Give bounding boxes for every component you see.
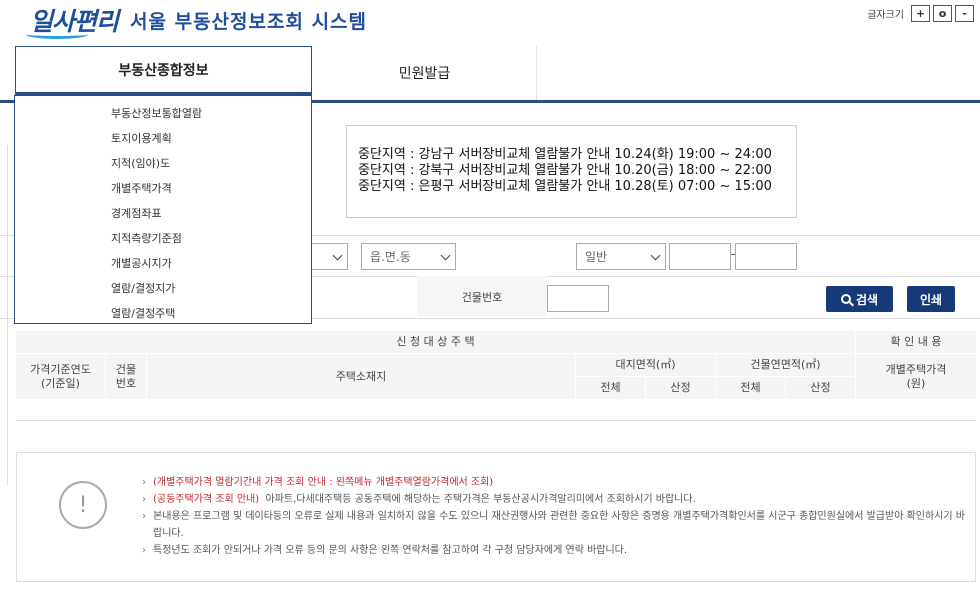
col-bldg-calc: 산정 [786, 377, 855, 399]
search-button[interactable]: 검색 [826, 286, 893, 312]
submenu-item[interactable]: 부동산정보통합열람 [15, 106, 311, 131]
col-address: 주택소재지 [147, 354, 575, 399]
info-lines: (개별주택가격 열람기간내 가격 조회 안내 : 왼쪽메뉴 개별주택열람가격에서… [142, 474, 965, 559]
system-title: 서울 부동산정보조회 시스템 [130, 11, 368, 33]
left-panel-edge [0, 145, 8, 485]
col-building-number: 건물 번호 [106, 354, 146, 399]
site-logo[interactable]: 일사편리 서울 부동산정보조회 시스템 [26, 2, 368, 39]
submenu-item[interactable]: 토지이용계획 [15, 131, 311, 156]
district-select[interactable] [312, 243, 348, 270]
submenu-item[interactable]: 경계점좌표 [15, 206, 311, 231]
col-land-area: 대지면적(㎡) [576, 354, 715, 376]
search-button-label: 검색 [855, 292, 879, 307]
col-bldg-total: 전체 [716, 377, 785, 399]
exclamation-icon: ! [59, 481, 107, 529]
outage-notice: 중단지역 : 강남구 서버장비교체 열람불가 안내 10.24(화) 19:00… [346, 125, 797, 218]
sub-number-input[interactable] [735, 243, 797, 270]
main-number-input[interactable] [669, 243, 731, 270]
info-box: ! (개별주택가격 열람기간내 가격 조회 안내 : 왼쪽메뉴 개별주택열람가격… [16, 452, 976, 582]
col-price-year: 가격기준연도 (기준일) [16, 354, 105, 399]
font-decrease-button[interactable]: - [955, 5, 974, 22]
notice-line: 중단지역 : 강남구 서버장비교체 열람불가 안내 10.24(화) 19:00… [358, 147, 772, 162]
col-house-price: 개별주택가격 (원) [856, 354, 976, 399]
building-number-label: 건물번호 [417, 276, 547, 317]
font-increase-button[interactable]: + [911, 5, 930, 22]
col-land-calc: 산정 [646, 377, 715, 399]
submenu-item[interactable]: 지적(임야)도 [15, 156, 311, 181]
real-estate-submenu: 부동산정보통합열람 토지이용계획 지적(임야)도 개별주택가격 경계점좌표 지적… [14, 95, 312, 324]
col-land-total: 전체 [576, 377, 645, 399]
submenu-item[interactable]: 개별공시지가 [15, 256, 311, 281]
page-root: { "header": { "logo_text": "일사편리", "syst… [0, 0, 980, 613]
info-line-contact: 특정년도 조회가 안되거나 가격 오류 등의 문의 사항은 왼쪽 연락처를 참고… [142, 542, 965, 559]
print-button[interactable]: 인쇄 [907, 286, 955, 312]
submenu-item[interactable]: 열람/결정주택 [15, 306, 311, 331]
submenu-item[interactable]: 지적측량기준점 [15, 231, 311, 256]
font-reset-button[interactable]: o [933, 5, 952, 22]
logo-mark: 일사편리 [26, 8, 119, 39]
land-type-value: 일반 [585, 250, 608, 264]
table-body-empty [16, 399, 976, 421]
info-line-disclaimer: 본내용은 프로그램 및 데이타등의 오류로 실제 내용과 일치하지 않을 수도 … [142, 508, 965, 542]
tab-civil-issuance[interactable]: 민원발급 [313, 46, 537, 100]
info-line-apartment: (공동주택가격 조회 안내) 아파트,다세대주택등 공동주택에 해당하는 주택가… [142, 491, 965, 508]
info-line-house-price: (개별주택가격 열람기간내 가격 조회 안내 : 왼쪽메뉴 개별주택열람가격에서… [142, 474, 965, 491]
header-applicant-group: 신 청 대 상 주 택 [16, 331, 855, 353]
notice-line: 중단지역 : 은평구 서버장비교체 열람불가 안내 10.28(토) 07:00… [358, 179, 772, 194]
info-apartment-label: (공동주택가격 조회 안내) [153, 494, 260, 505]
land-type-select[interactable]: 일반 [576, 243, 666, 270]
font-size-label: 글자크기 [867, 10, 904, 21]
building-number-input[interactable] [547, 285, 609, 312]
search-icon [840, 294, 851, 304]
chevron-down-icon [650, 250, 661, 261]
chevron-down-icon [440, 250, 451, 261]
tab-real-estate-info[interactable]: 부동산종합정보 [15, 46, 312, 95]
font-size-controls: 글자크기 + o - [867, 5, 974, 22]
dong-select[interactable]: 읍.면.동 [361, 243, 456, 270]
col-building-area: 건물연면적(㎡) [716, 354, 855, 376]
submenu-item[interactable]: 열람/결정지가 [15, 281, 311, 306]
logo-swoosh-icon [26, 30, 88, 39]
header-confirm-group: 확 인 내 용 [856, 331, 976, 353]
submenu-item[interactable]: 개별주택가격 [15, 181, 311, 206]
info-apartment-text: 아파트,다세대주택등 공동주택에 해당하는 주택가격은 부동산공시가격알리미에서… [265, 494, 696, 505]
dong-select-value: 읍.면.동 [370, 250, 411, 264]
notice-line: 중단지역 : 강북구 서버장비교체 열람불가 안내 10.20(금) 18:00… [358, 163, 772, 178]
chevron-down-icon [332, 250, 343, 261]
